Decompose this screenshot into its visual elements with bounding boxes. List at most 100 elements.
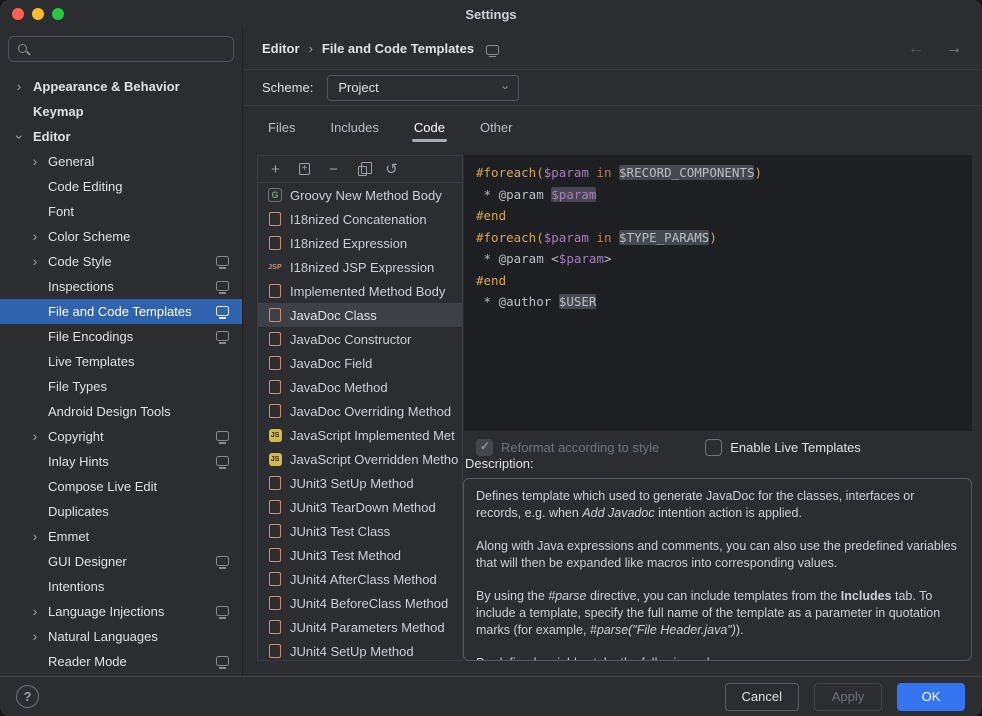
sidebar-item-natural-languages[interactable]: › Natural Languages	[0, 624, 242, 649]
forward-icon[interactable]: →	[946, 40, 962, 58]
sidebar-item-general[interactable]: ›General	[0, 149, 242, 174]
reset-template-button[interactable]: ↺	[381, 159, 402, 180]
screen-icon	[486, 45, 499, 55]
tab-includes[interactable]: Includes	[328, 112, 380, 147]
add-template-button[interactable]: +	[265, 159, 286, 180]
tab-other[interactable]: Other	[478, 112, 515, 147]
chevron-right-icon[interactable]: ›	[28, 604, 42, 620]
sidebar-item-reader-mode[interactable]: Reader Mode	[0, 649, 242, 674]
sidebar-item-file-and-code-templates[interactable]: File and Code Templates	[0, 299, 242, 324]
reformat-checkbox[interactable]: Reformat according to style	[476, 439, 659, 456]
scheme-row: Scheme: Project ›	[244, 70, 982, 106]
code-line: #end	[476, 205, 960, 227]
description-paragraph: Defines template which used to generate …	[476, 488, 959, 522]
sidebar-item-emmet[interactable]: ›Emmet	[0, 524, 242, 549]
help-button[interactable]: ?	[16, 685, 39, 708]
sidebar-item-language-injections[interactable]: ›Language Injections	[0, 599, 242, 624]
screen-icon	[216, 331, 229, 341]
tab-code[interactable]: Code	[412, 112, 447, 147]
template-code-editor[interactable]: #foreach($param in $RECORD_COMPONENTS) *…	[464, 155, 972, 431]
template-item-junit3-test-class[interactable]: JUnit3 Test Class	[258, 519, 462, 543]
template-name: I18nized JSP Expression	[290, 260, 434, 275]
sidebar-item-inlay-hints[interactable]: Inlay Hints	[0, 449, 242, 474]
template-item-implemented-method-body[interactable]: Implemented Method Body	[258, 279, 462, 303]
code-token: * @param	[476, 187, 551, 202]
chevron-right-icon[interactable]: ›	[28, 254, 42, 270]
template-item-javadoc-class[interactable]: JavaDoc Class	[258, 303, 462, 327]
sidebar-item-file-types[interactable]: File Types	[0, 374, 242, 399]
sidebar-item-copyright[interactable]: ›Copyright	[0, 424, 242, 449]
chevron-right-icon[interactable]: ›	[28, 629, 42, 645]
template-item-javascript-implemented-met[interactable]: JSJavaScript Implemented Met	[258, 423, 462, 447]
template-item-javadoc-method[interactable]: JavaDoc Method	[258, 375, 462, 399]
tab-files[interactable]: Files	[266, 112, 297, 147]
chevron-right-icon[interactable]: ›	[28, 154, 42, 170]
template-item-javadoc-constructor[interactable]: JavaDoc Constructor	[258, 327, 462, 351]
apply-button[interactable]: Apply	[814, 683, 882, 711]
chevron-right-icon[interactable]: ›	[12, 79, 26, 95]
sidebar-item-android-design-tools[interactable]: Android Design Tools	[0, 399, 242, 424]
template-item-junit4-setup-method[interactable]: JUnit4 SetUp Method	[258, 639, 462, 661]
sidebar-item-keymap[interactable]: Keymap	[0, 99, 242, 124]
sidebar-item-editor[interactable]: ›Editor	[0, 124, 242, 149]
description-box[interactable]: Defines template which used to generate …	[463, 478, 972, 661]
zoom-button[interactable]	[52, 8, 64, 20]
breadcrumb-section[interactable]: Editor	[262, 41, 300, 56]
code-token: $param	[559, 251, 604, 266]
copy-template-button[interactable]	[352, 159, 373, 180]
sidebar-item-compose-live-edit[interactable]: Compose Live Edit	[0, 474, 242, 499]
sidebar-item-font[interactable]: Font	[0, 199, 242, 224]
create-child-template-button[interactable]: +	[294, 159, 315, 180]
code-token: $RECORD_COMPONENTS	[619, 165, 754, 180]
copy-icon	[358, 166, 367, 176]
sidebar-item-live-templates[interactable]: Live Templates	[0, 349, 242, 374]
template-item-junit4-beforeclass-method[interactable]: JUnit4 BeforeClass Method	[258, 591, 462, 615]
sidebar-item-duplicates[interactable]: Duplicates	[0, 499, 242, 524]
template-item-i18nized-jsp-expression[interactable]: JSPI18nized JSP Expression	[258, 255, 462, 279]
template-item-javadoc-field[interactable]: JavaDoc Field	[258, 351, 462, 375]
history-nav: ← →	[908, 40, 962, 58]
chevron-down-icon[interactable]: ›	[11, 130, 27, 144]
template-name: JUnit4 BeforeClass Method	[290, 596, 448, 611]
chevron-right-icon[interactable]: ›	[28, 229, 42, 245]
template-item-javascript-overridden-metho[interactable]: JSJavaScript Overridden Metho	[258, 447, 462, 471]
cancel-button[interactable]: Cancel	[725, 683, 799, 711]
template-item-i18nized-concatenation[interactable]: I18nized Concatenation	[258, 207, 462, 231]
sidebar-item-inspections[interactable]: Inspections	[0, 274, 242, 299]
template-item-junit3-setup-method[interactable]: JUnit3 SetUp Method	[258, 471, 462, 495]
scheme-select[interactable]: Project ›	[327, 75, 519, 101]
sidebar-item-code-editing[interactable]: Code Editing	[0, 174, 242, 199]
scheme-value: Project	[338, 80, 378, 95]
sidebar-item-label: Duplicates	[48, 504, 109, 519]
template-item-junit4-afterclass-method[interactable]: JUnit4 AfterClass Method	[258, 567, 462, 591]
chevron-right-icon[interactable]: ›	[28, 529, 42, 545]
footer: ? Cancel Apply OK	[0, 676, 982, 716]
back-icon[interactable]: ←	[908, 40, 924, 58]
search-input[interactable]	[36, 42, 225, 57]
remove-template-button[interactable]: −	[323, 159, 344, 180]
chevron-right-icon[interactable]: ›	[28, 429, 42, 445]
close-button[interactable]	[12, 8, 24, 20]
code-line: * @param $param	[476, 184, 960, 206]
template-tabs: Files Includes Code Other	[244, 106, 982, 149]
settings-search[interactable]	[8, 36, 234, 62]
sidebar-item-appearance-behavior[interactable]: ›Appearance & Behavior	[0, 74, 242, 99]
sidebar-item-intentions[interactable]: Intentions	[0, 574, 242, 599]
sidebar-item-label: Natural Languages	[48, 629, 158, 644]
sidebar-item-gui-designer[interactable]: GUI Designer	[0, 549, 242, 574]
template-item-javadoc-overriding-method[interactable]: JavaDoc Overriding Method	[258, 399, 462, 423]
code-token: #end	[476, 208, 506, 223]
template-item-junit3-test-method[interactable]: JUnit3 Test Method	[258, 543, 462, 567]
template-item-junit3-teardown-method[interactable]: JUnit3 TearDown Method	[258, 495, 462, 519]
titlebar: Settings	[0, 0, 982, 28]
minimize-button[interactable]	[32, 8, 44, 20]
template-item-groovy-new-method-body[interactable]: GGroovy New Method Body	[258, 183, 462, 207]
sidebar-item-file-encodings[interactable]: File Encodings	[0, 324, 242, 349]
template-item-junit4-parameters-method[interactable]: JUnit4 Parameters Method	[258, 615, 462, 639]
template-item-i18nized-expression[interactable]: I18nized Expression	[258, 231, 462, 255]
enable-live-templates-checkbox[interactable]: Enable Live Templates	[705, 439, 861, 456]
screen-icon	[216, 306, 229, 316]
sidebar-item-color-scheme[interactable]: ›Color Scheme	[0, 224, 242, 249]
sidebar-item-code-style[interactable]: ›Code Style	[0, 249, 242, 274]
ok-button[interactable]: OK	[897, 683, 965, 711]
